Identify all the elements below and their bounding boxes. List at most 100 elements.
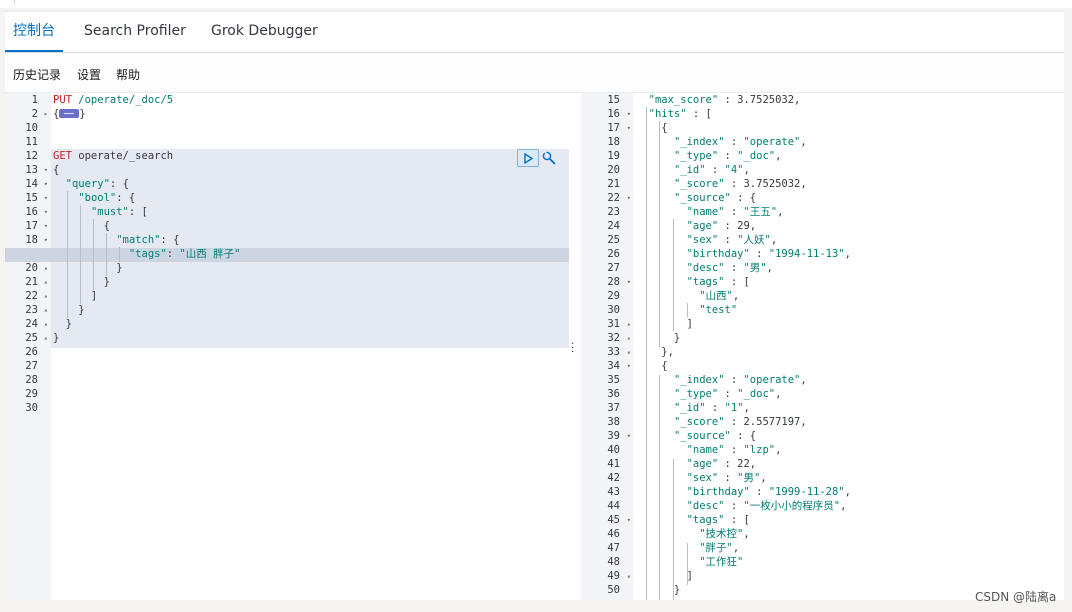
fold-up-icon[interactable]: ▴ xyxy=(44,275,48,289)
code-line: "desc" : "一枚小小的程序员", xyxy=(636,499,847,513)
request-editor[interactable]: 12▸10111213▾14▾15▾16▾17▾18▾1920▴21▴22▴23… xyxy=(5,93,569,600)
code-token: "birthday" xyxy=(686,486,750,498)
code-token: "_type" xyxy=(673,150,719,162)
fold-down-icon[interactable]: ▾ xyxy=(44,205,48,219)
line-number-text: 13 xyxy=(25,164,38,176)
menu-settings[interactable]: 设置 xyxy=(77,53,101,97)
menu-help[interactable]: 帮助 xyxy=(116,53,140,97)
code-token: : xyxy=(724,206,744,218)
resizer-handle-icon: · · · xyxy=(571,339,575,358)
code-token: "test" xyxy=(699,304,738,316)
code-line: "_index" : "operate", xyxy=(636,373,807,387)
code-line: "max_score" : 3.7525032, xyxy=(636,93,801,107)
indent-guide xyxy=(67,191,68,318)
line-number-text: 30 xyxy=(25,402,38,414)
code-token: : 3.7525032, xyxy=(724,178,807,190)
code-token: "人妖" xyxy=(737,234,771,246)
fold-up-icon[interactable]: ▴ xyxy=(44,261,48,275)
line-number: 37 xyxy=(581,401,633,415)
code-line: GET operate/_search xyxy=(53,149,173,163)
tab-search-profiler[interactable]: Search Profiler xyxy=(76,12,194,52)
code-token: ] xyxy=(636,570,693,582)
code-token: , xyxy=(840,500,847,512)
code-line: "birthday" : "1994-11-13", xyxy=(636,247,851,261)
code-line: "tags" : [ xyxy=(636,275,750,289)
wrench-icon[interactable] xyxy=(541,150,557,166)
play-icon xyxy=(524,153,534,164)
indent-guide xyxy=(687,543,688,585)
line-number-text: 20 xyxy=(607,164,620,176)
fold-down-icon[interactable]: ▾ xyxy=(44,177,48,191)
code-token: "_doc" xyxy=(737,150,776,162)
fold-up-icon[interactable]: ▴ xyxy=(627,331,631,345)
code-token: "_source" xyxy=(673,192,731,204)
fold-up-icon[interactable]: ▴ xyxy=(44,331,48,345)
line-number-text: 39 xyxy=(607,430,620,442)
line-number: 29 xyxy=(5,387,51,401)
fold-down-icon[interactable]: ▾ xyxy=(627,191,631,205)
run-request-button[interactable] xyxy=(517,149,539,167)
line-number-text: 31 xyxy=(607,318,620,330)
code-line: { xyxy=(53,163,59,177)
fold-up-icon[interactable]: ▴ xyxy=(627,317,631,331)
code-token: : xyxy=(749,248,769,260)
code-token: : xyxy=(724,444,744,456)
fold-down-icon[interactable]: ▾ xyxy=(627,121,631,135)
line-number-text: 29 xyxy=(607,290,620,302)
pane-resizer[interactable]: · · · xyxy=(569,93,581,600)
line-number: 16 ▾ xyxy=(5,205,51,219)
code-token: } xyxy=(53,276,110,288)
fold-down-icon[interactable]: ▾ xyxy=(627,107,631,121)
line-number-text: 34 xyxy=(607,360,620,372)
line-number-text: 17 xyxy=(25,220,38,232)
tab-console[interactable]: 控制台 xyxy=(5,12,63,52)
code-token: "name" xyxy=(686,444,725,456)
line-number: 29 xyxy=(581,289,633,303)
fold-up-icon[interactable]: ▴ xyxy=(44,317,48,331)
request-actions xyxy=(517,149,557,167)
code-line: ] xyxy=(636,317,693,331)
fold-down-icon[interactable]: ▾ xyxy=(44,233,48,247)
code-token: "1994-11-13" xyxy=(768,248,845,260)
fold-up-icon[interactable]: ▴ xyxy=(627,569,631,583)
top-tick xyxy=(14,0,15,6)
line-number-text: 16 xyxy=(607,108,620,120)
line-number: 33 ▴ xyxy=(581,345,633,359)
fold-down-icon[interactable]: ▾ xyxy=(44,191,48,205)
line-number: 42 xyxy=(581,471,633,485)
code-line: } xyxy=(53,261,122,275)
code-token: { xyxy=(636,122,668,134)
line-number: 20 ▴ xyxy=(5,261,51,275)
fold-up-icon[interactable]: ▴ xyxy=(627,345,631,359)
fold-up-icon[interactable]: ▴ xyxy=(44,289,48,303)
menu-history[interactable]: 历史记录 xyxy=(13,53,61,97)
fold-down-icon[interactable]: ▾ xyxy=(627,429,631,443)
tab-grok-debugger[interactable]: Grok Debugger xyxy=(203,12,326,52)
line-number-text: 44 xyxy=(607,500,620,512)
indent-guide xyxy=(119,247,120,262)
line-number-text: 2 xyxy=(31,108,38,120)
fold-down-icon[interactable]: ▾ xyxy=(44,219,48,233)
fold-down-icon[interactable]: ▾ xyxy=(44,163,48,177)
code-token: : 22, xyxy=(718,458,757,470)
line-number: 36 xyxy=(581,387,633,401)
line-number: 30 xyxy=(5,401,51,415)
expand-icon[interactable]: ▸ xyxy=(44,107,48,121)
fold-down-icon[interactable]: ▾ xyxy=(627,275,631,289)
line-number: 49 ▴ xyxy=(581,569,633,583)
line-number-text: 37 xyxy=(607,402,620,414)
fold-down-icon[interactable]: ▾ xyxy=(627,513,631,527)
line-number: 21 ▴ xyxy=(5,275,51,289)
fold-up-icon[interactable]: ▴ xyxy=(44,303,48,317)
line-number: 40 xyxy=(581,443,633,457)
folded-block-icon[interactable] xyxy=(59,108,80,118)
code-token: , xyxy=(743,528,750,540)
code-token: , xyxy=(775,150,782,162)
line-number: 48 xyxy=(581,555,633,569)
line-number-text: 26 xyxy=(25,346,38,358)
fold-down-icon[interactable]: ▾ xyxy=(627,359,631,373)
